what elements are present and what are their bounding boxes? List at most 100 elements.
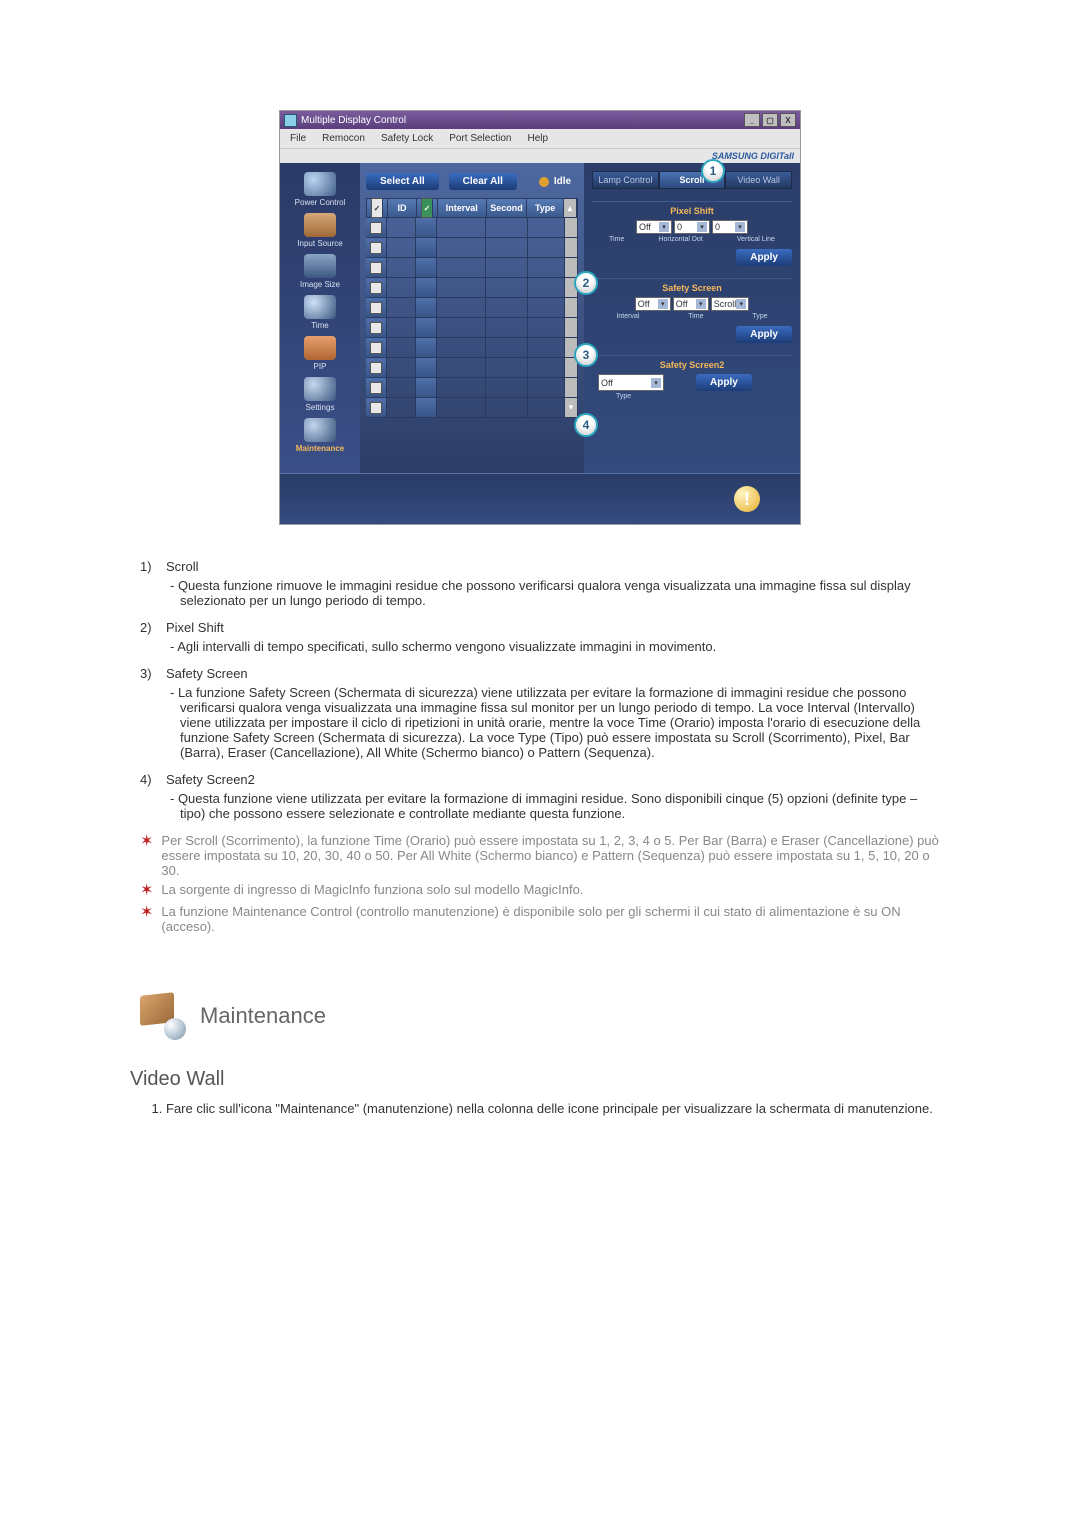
checkbox[interactable] <box>370 382 382 394</box>
checkbox[interactable] <box>370 302 382 314</box>
sidebar-item-pip[interactable]: PIP <box>290 336 350 371</box>
sidebar-item-power-control[interactable]: Power Control <box>290 172 350 207</box>
safety-screen-interval[interactable]: Off▾ <box>635 297 671 311</box>
safety-screen-type[interactable]: Scroll▾ <box>711 297 750 311</box>
sidebar-label: PIP <box>290 362 350 371</box>
sidebar-item-time[interactable]: Time <box>290 295 350 330</box>
app-icon <box>284 114 297 127</box>
pixel-shift-vline[interactable]: 0▾ <box>712 220 748 234</box>
right-tabs: Lamp Control Scroll Video Wall <box>592 171 792 189</box>
col-second[interactable]: Second <box>487 199 528 217</box>
menu-port-selection[interactable]: Port Selection <box>441 131 519 146</box>
note-line: ✶La funzione Maintenance Control (contro… <box>140 904 940 934</box>
maximize-button[interactable]: ▢ <box>762 113 778 127</box>
idle-label: Idle <box>554 176 571 187</box>
steps-list: Fare clic sull'icona "Maintenance" (manu… <box>140 1101 940 1116</box>
col-check2[interactable]: ✓ <box>417 199 438 217</box>
doc-item: 3)Safety Screen <box>140 666 940 681</box>
subsection-title: Video Wall <box>130 1068 940 1091</box>
menu-bar: File Remocon Safety Lock Port Selection … <box>280 129 800 148</box>
table-row[interactable] <box>366 378 578 398</box>
minimize-button[interactable]: _ <box>744 113 760 127</box>
doc-item: 2)Pixel Shift <box>140 620 940 635</box>
pixel-shift-time[interactable]: Off▾ <box>636 220 672 234</box>
table-row[interactable] <box>366 358 578 378</box>
checkbox[interactable] <box>370 362 382 374</box>
safety-screen-group: Safety Screen Off▾ Off▾ Scroll▾ Interval… <box>592 278 792 343</box>
sidebar-item-maintenance[interactable]: Maintenance <box>290 418 350 453</box>
table-row[interactable] <box>366 218 578 238</box>
table-header: ✓ ID ✓ Interval Second Type ▴ <box>366 198 578 218</box>
pixel-shift-apply[interactable]: Apply <box>736 249 792 266</box>
checkbox[interactable] <box>370 322 382 334</box>
clear-all-button[interactable]: Clear All <box>449 173 517 190</box>
table-row[interactable] <box>366 278 578 298</box>
note-line: ✶Per Scroll (Scorrimento), la funzione T… <box>140 833 940 878</box>
checkbox[interactable] <box>370 342 382 354</box>
safety-screen-title: Safety Screen <box>592 283 792 293</box>
pixel-shift-title: Pixel Shift <box>592 206 792 216</box>
ic-power-icon <box>304 172 336 196</box>
table-row[interactable]: ▾ <box>366 398 578 418</box>
table-row[interactable] <box>366 338 578 358</box>
sidebar-item-input-source[interactable]: Input Source <box>290 213 350 248</box>
sidebar-item-settings[interactable]: Settings <box>290 377 350 412</box>
scroll-up-icon[interactable]: ▴ <box>564 199 577 217</box>
step-1: Fare clic sull'icona "Maintenance" (manu… <box>166 1101 940 1116</box>
checkbox[interactable] <box>370 402 382 414</box>
sidebar-label: Settings <box>290 403 350 412</box>
app-screenshot: Multiple Display Control _ ▢ X File Remo… <box>279 110 801 525</box>
table-row[interactable] <box>366 258 578 278</box>
scroll-down-icon[interactable]: ▾ <box>565 398 578 417</box>
safety-screen2-type[interactable]: Off▾ <box>598 374 664 391</box>
pixel-shift-hdot[interactable]: 0▾ <box>674 220 710 234</box>
menu-file[interactable]: File <box>282 131 314 146</box>
doc-item-body: - La funzione Safety Screen (Schermata d… <box>170 685 940 760</box>
sidebar-label: Image Size <box>290 280 350 289</box>
close-button[interactable]: X <box>780 113 796 127</box>
col-id[interactable]: ID <box>388 199 417 217</box>
ic-maint-icon <box>304 418 336 442</box>
doc-item-body: - Questa funzione rimuove le immagini re… <box>170 578 940 608</box>
table-row[interactable] <box>366 318 578 338</box>
brand-bar: SAMSUNG DIGITall <box>280 148 800 163</box>
star-icon: ✶ <box>140 882 153 900</box>
menu-help[interactable]: Help <box>519 131 556 146</box>
table-row[interactable] <box>366 238 578 258</box>
col-check[interactable]: ✓ <box>367 199 388 217</box>
idle-dot-icon <box>539 177 549 187</box>
safety-screen2-apply[interactable]: Apply <box>696 374 752 391</box>
checkbox[interactable] <box>370 222 382 234</box>
pixel-shift-group: Pixel Shift Off▾ 0▾ 0▾ Time Horizontal D… <box>592 201 792 266</box>
sidebar-item-image-size[interactable]: Image Size <box>290 254 350 289</box>
ic-time-icon <box>304 295 336 319</box>
safety-screen-time[interactable]: Off▾ <box>673 297 709 311</box>
app-footer: ! <box>280 473 800 524</box>
tab-lamp-control[interactable]: Lamp Control <box>592 171 659 188</box>
menu-remocon[interactable]: Remocon <box>314 131 373 146</box>
section-title: Maintenance <box>200 1003 326 1029</box>
sidebar-label: Maintenance <box>290 444 350 453</box>
table-row[interactable] <box>366 298 578 318</box>
center-panel: Select All Clear All Idle ✓ ID ✓ Interva… <box>360 163 584 473</box>
sidebar-label: Power Control <box>290 198 350 207</box>
menu-safety-lock[interactable]: Safety Lock <box>373 131 441 146</box>
select-all-button[interactable]: Select All <box>366 173 439 190</box>
checkbox[interactable] <box>370 262 382 274</box>
checkbox[interactable] <box>370 242 382 254</box>
star-icon: ✶ <box>140 904 153 922</box>
star-icon: ✶ <box>140 833 153 851</box>
doc-item: 1)Scroll <box>140 559 940 574</box>
safety-screen2-group: Safety Screen2 Off▾ Apply Type 4 <box>592 355 792 400</box>
col-type[interactable]: Type <box>527 199 564 217</box>
checkbox[interactable] <box>370 282 382 294</box>
info-icon[interactable]: ! <box>734 486 760 512</box>
title-bar: Multiple Display Control _ ▢ X <box>280 111 800 129</box>
document-content: 1)Scroll - Questa funzione rimuove le imm… <box>60 525 1020 1116</box>
tab-video-wall[interactable]: Video Wall <box>725 171 792 188</box>
safety-screen-apply[interactable]: Apply <box>736 326 792 343</box>
sidebar-label: Time <box>290 321 350 330</box>
note-line: ✶La sorgente di ingresso di MagicInfo fu… <box>140 882 940 900</box>
col-interval[interactable]: Interval <box>438 199 487 217</box>
ic-pip-icon <box>304 336 336 360</box>
